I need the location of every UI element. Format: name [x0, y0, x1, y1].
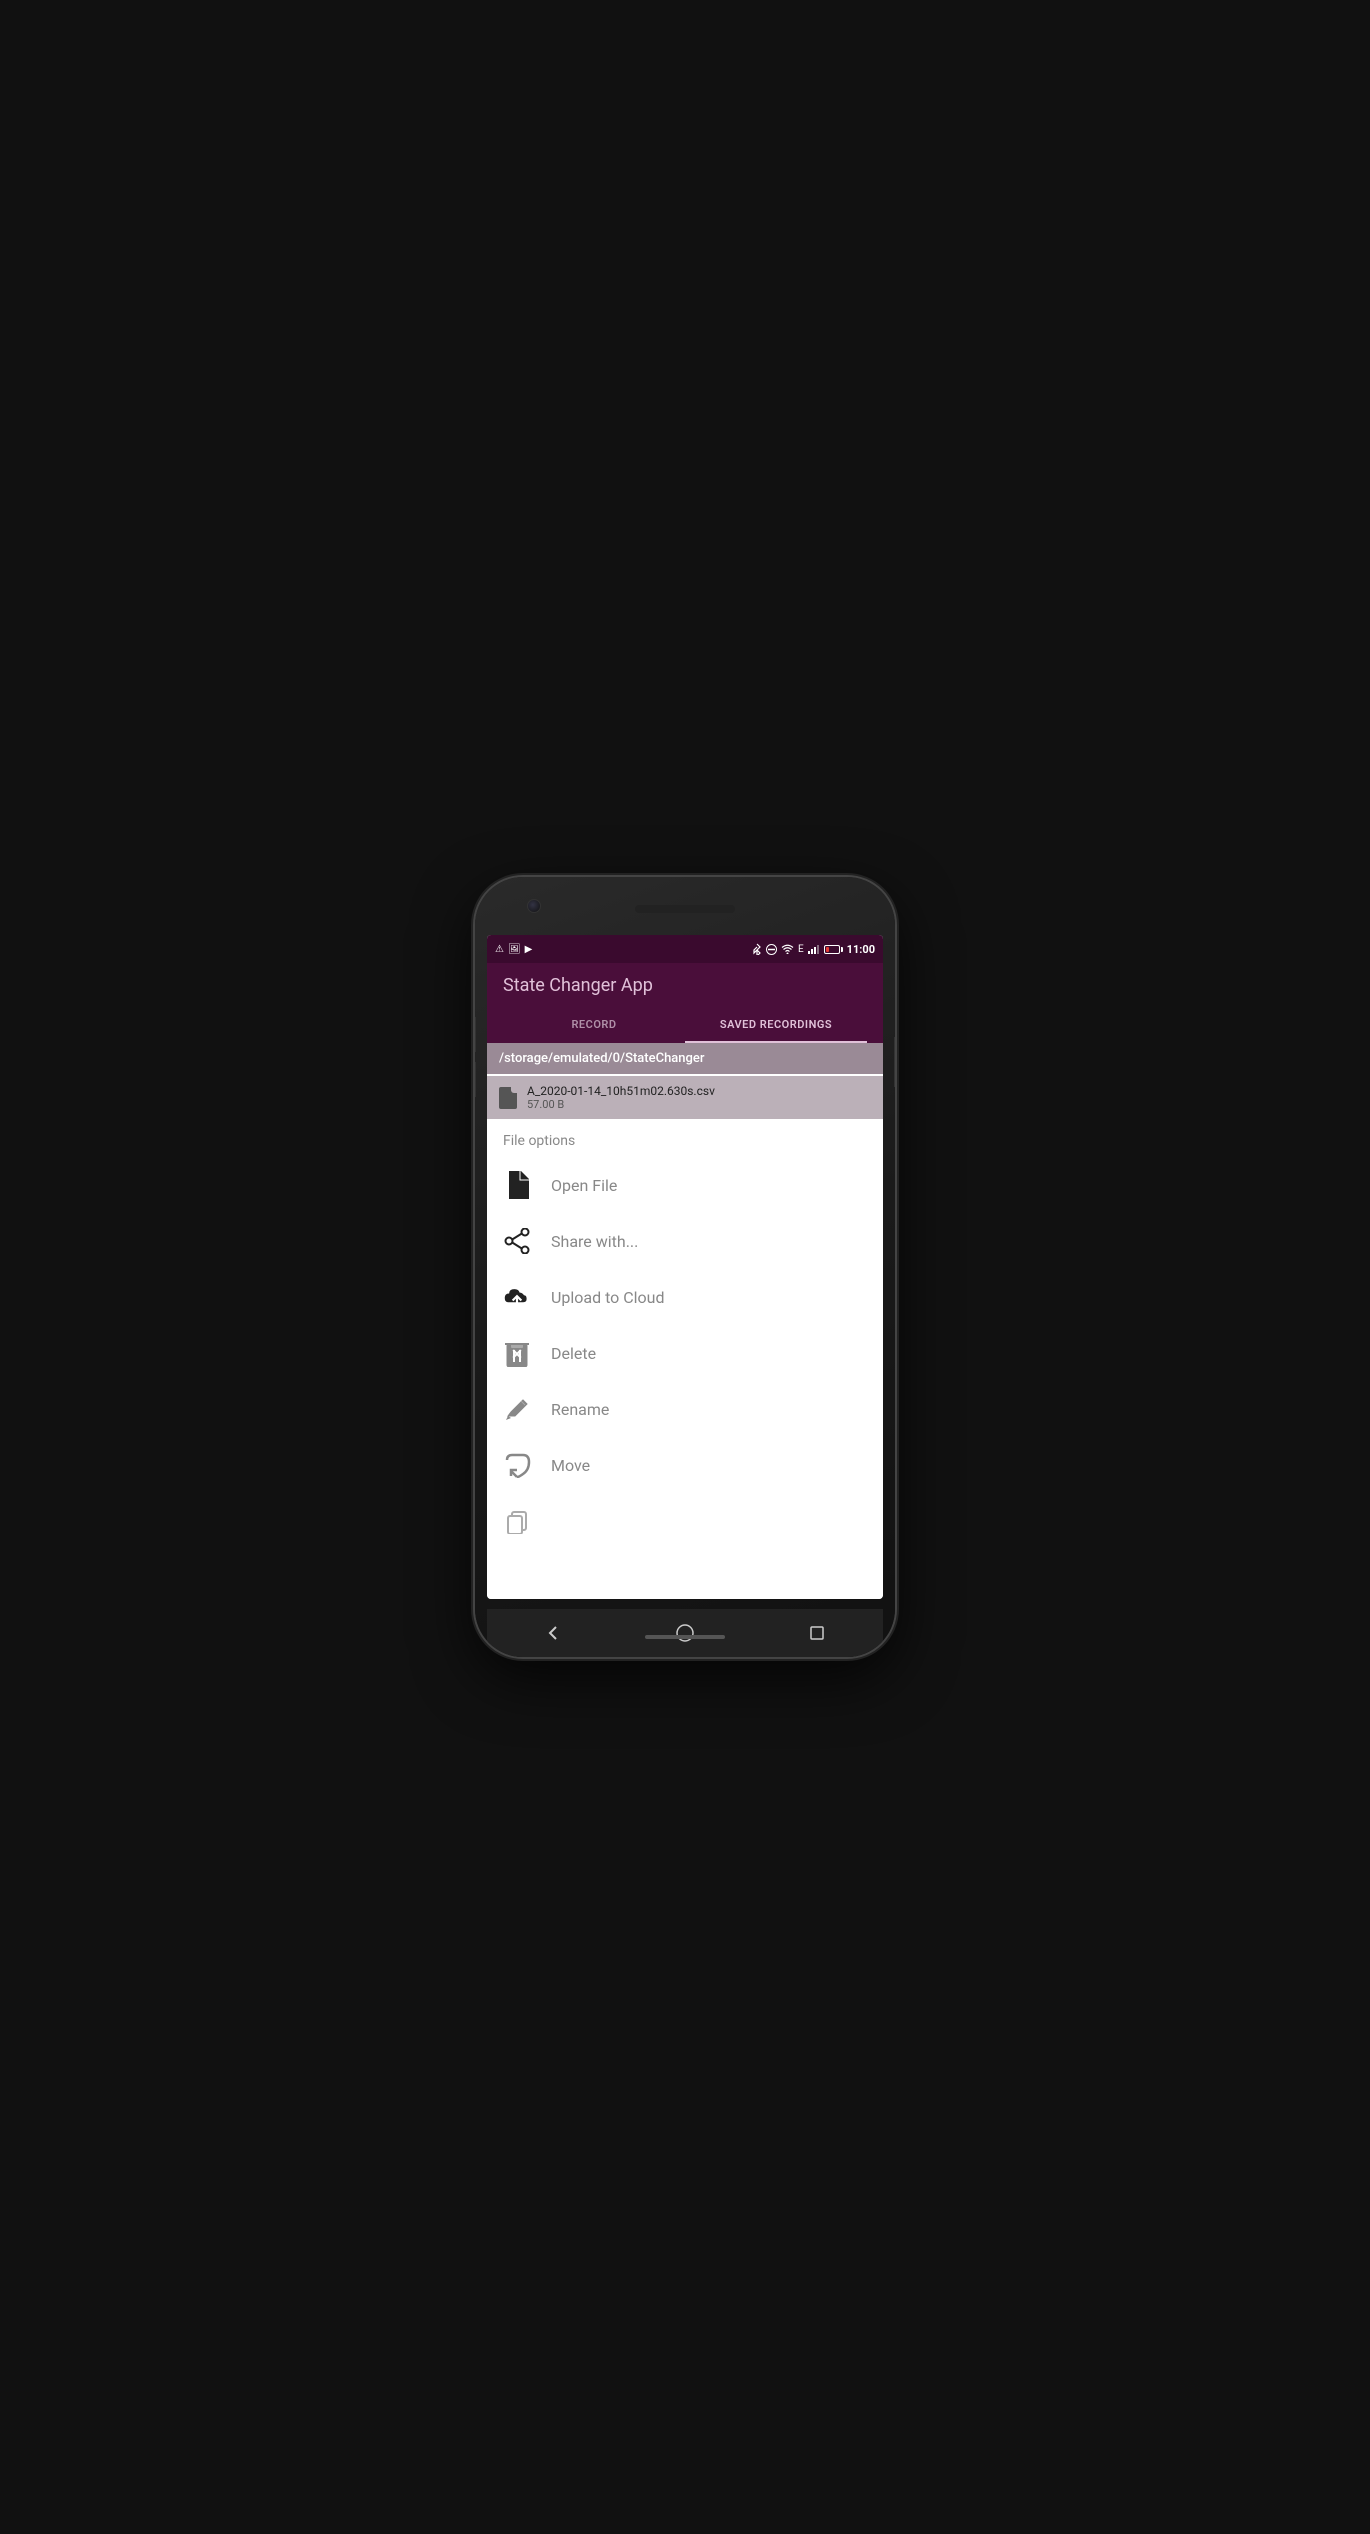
file-small-icon — [499, 1087, 517, 1109]
nav-home-button[interactable] — [665, 1613, 705, 1653]
nav-bar — [487, 1609, 883, 1657]
speaker — [635, 905, 735, 913]
menu-item-copy[interactable] — [487, 1493, 883, 1549]
battery-icon — [824, 945, 843, 954]
file-size: 57.00 B — [527, 1098, 871, 1111]
file-list-area: /storage/emulated/0/StateChanger — [487, 1043, 883, 1074]
nav-back-button[interactable] — [533, 1613, 573, 1653]
alert-icon: ⚠ — [495, 944, 504, 955]
move-icon — [503, 1451, 531, 1479]
menu-item-share-label: Share with... — [551, 1232, 638, 1251]
sheet-title: File options — [487, 1119, 883, 1157]
home-bar — [645, 1635, 725, 1639]
edge-indicator: E — [798, 944, 804, 955]
signal-icon — [808, 944, 820, 954]
nav-recents-button[interactable] — [797, 1613, 837, 1653]
file-icon — [503, 1171, 531, 1199]
wifi-icon — [781, 944, 794, 954]
menu-item-rename[interactable]: Rename — [487, 1381, 883, 1437]
menu-list: Open File Share with... — [487, 1157, 883, 1599]
phone-screen: ⚠ 🖼 ▶ — [487, 935, 883, 1599]
status-bar: ⚠ 🖼 ▶ — [487, 935, 883, 963]
copy-icon — [503, 1507, 531, 1535]
share-icon — [503, 1227, 531, 1255]
menu-item-open-file-label: Open File — [551, 1176, 617, 1195]
file-name: A_2020-01-14_10h51m02.630s.csv — [527, 1084, 871, 1098]
menu-item-upload[interactable]: Upload to Cloud — [487, 1269, 883, 1325]
status-time: 11:00 — [847, 943, 875, 956]
tab-record[interactable]: RECORD — [503, 1008, 685, 1043]
bottom-sheet: File options Open File — [487, 1119, 883, 1599]
tab-saved-recordings[interactable]: SAVED RECORDINGS — [685, 1008, 867, 1043]
file-info: A_2020-01-14_10h51m02.630s.csv 57.00 B — [527, 1084, 871, 1111]
status-notifications: ⚠ 🖼 ▶ — [495, 944, 532, 955]
phone-device: ⚠ 🖼 ▶ — [475, 877, 895, 1657]
image-notification-icon: 🖼 — [508, 944, 521, 955]
menu-item-move[interactable]: Move — [487, 1437, 883, 1493]
menu-item-delete-label: Delete — [551, 1344, 596, 1363]
power-button[interactable] — [894, 1037, 895, 1087]
app-bar: State Changer App RECORD SAVED RECORDING… — [487, 963, 883, 1043]
delete-icon: ✕ — [503, 1339, 531, 1367]
upload-cloud-icon — [503, 1283, 531, 1311]
menu-item-move-label: Move — [551, 1456, 590, 1475]
app-title: State Changer App — [503, 975, 867, 996]
menu-item-open-file[interactable]: Open File — [487, 1157, 883, 1213]
menu-item-delete[interactable]: ✕ Delete — [487, 1325, 883, 1381]
no-entry-icon — [766, 944, 777, 955]
volume-down-button[interactable] — [475, 1062, 476, 1097]
storage-path: /storage/emulated/0/StateChanger — [499, 1051, 871, 1066]
volume-up-button[interactable] — [475, 1017, 476, 1052]
menu-item-upload-label: Upload to Cloud — [551, 1288, 665, 1307]
status-system: E 11:00 — [752, 943, 875, 956]
pencil-icon — [503, 1395, 531, 1423]
play-store-icon: ▶ — [525, 944, 533, 955]
menu-item-share[interactable]: Share with... — [487, 1213, 883, 1269]
svg-text:✕: ✕ — [511, 1347, 523, 1363]
file-row[interactable]: A_2020-01-14_10h51m02.630s.csv 57.00 B — [487, 1076, 883, 1119]
tab-bar: RECORD SAVED RECORDINGS — [503, 1008, 867, 1043]
menu-item-rename-label: Rename — [551, 1400, 609, 1419]
bluetooth-icon — [752, 943, 762, 955]
camera — [527, 899, 541, 913]
